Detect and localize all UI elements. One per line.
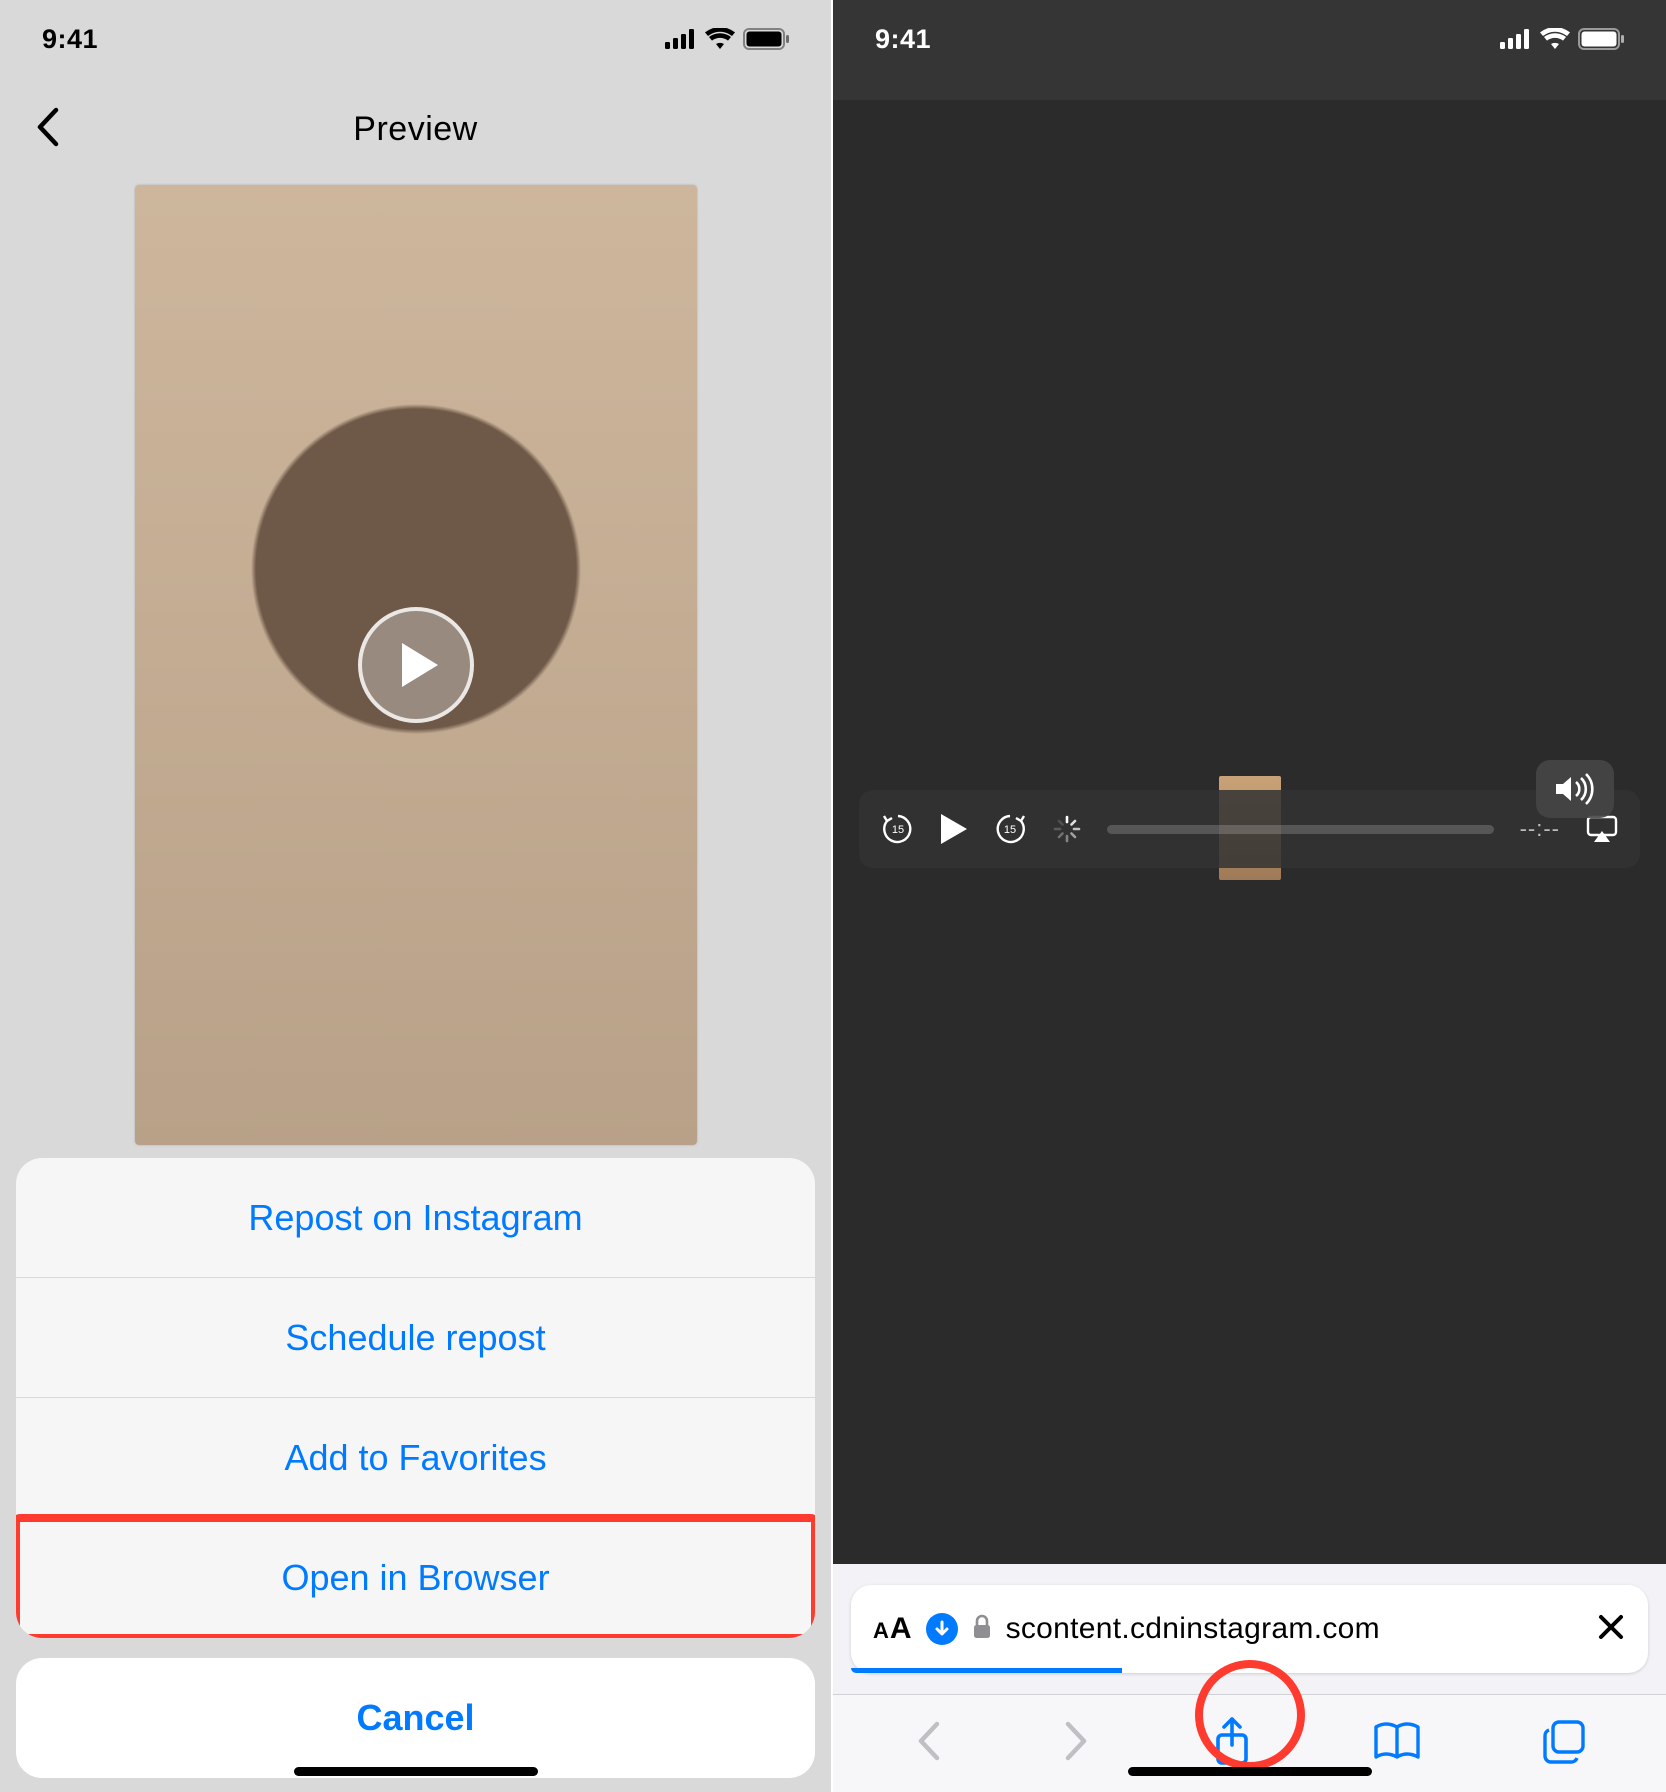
cellular-icon — [665, 29, 697, 49]
cellular-icon — [1500, 29, 1532, 49]
status-time: 9:41 — [42, 24, 98, 55]
toolbar-back-button — [913, 1718, 943, 1769]
airplay-icon[interactable] — [1586, 815, 1618, 843]
close-icon — [1596, 1612, 1626, 1642]
progress-track[interactable] — [1107, 825, 1494, 834]
video-preview[interactable] — [135, 185, 697, 1145]
loading-spinner-icon — [1053, 815, 1081, 843]
downloads-badge[interactable] — [926, 1613, 958, 1645]
wifi-icon — [1540, 28, 1570, 50]
share-icon — [1211, 1715, 1253, 1767]
page-title: Preview — [0, 110, 831, 149]
svg-text:15: 15 — [1004, 824, 1016, 836]
tabs-icon — [1541, 1718, 1587, 1764]
stop-button[interactable] — [1596, 1612, 1626, 1647]
toolbar-bookmarks-button[interactable] — [1372, 1719, 1422, 1768]
sheet-item-schedule[interactable]: Schedule repost — [16, 1278, 815, 1398]
toolbar-share-button[interactable] — [1211, 1715, 1253, 1772]
volume-icon — [1554, 773, 1596, 805]
battery-icon — [1578, 28, 1624, 50]
text-size-control[interactable]: AA — [873, 1612, 912, 1646]
sheet-item-open-in-browser[interactable]: Open in Browser — [16, 1518, 815, 1638]
video-controls: 15 15 --:-- — [859, 790, 1640, 868]
download-arrow-icon — [933, 1620, 951, 1638]
sheet-item-repost[interactable]: Repost on Instagram — [16, 1158, 815, 1278]
home-indicator[interactable] — [1128, 1767, 1372, 1776]
play-icon[interactable] — [941, 814, 967, 844]
battery-icon — [743, 28, 789, 50]
address-bar[interactable]: AA scontent.cdninstagram.com — [851, 1585, 1648, 1673]
toolbar-tabs-button[interactable] — [1541, 1718, 1587, 1769]
url-text: scontent.cdninstagram.com — [1006, 1612, 1380, 1646]
backdrop-dark — [833, 0, 1666, 1792]
book-icon — [1372, 1719, 1422, 1763]
svg-text:15: 15 — [892, 824, 904, 836]
elapsed-time: --:-- — [1520, 816, 1560, 842]
rewind-15-icon[interactable]: 15 — [881, 812, 915, 846]
action-sheet: Repost on Instagram Schedule repost Add … — [16, 1158, 815, 1778]
safari-toolbar — [833, 1694, 1666, 1792]
wifi-icon — [705, 28, 735, 50]
sheet-cancel[interactable]: Cancel — [16, 1658, 815, 1778]
toolbar-forward-button — [1062, 1718, 1092, 1769]
status-icons — [665, 28, 789, 50]
home-indicator[interactable] — [294, 1767, 538, 1776]
status-bar: 9:41 — [833, 0, 1666, 78]
sheet-item-favorites[interactable]: Add to Favorites — [16, 1398, 815, 1518]
address-bar-container: AA scontent.cdninstagram.com — [833, 1564, 1666, 1694]
lock-icon — [972, 1614, 992, 1645]
volume-button[interactable] — [1536, 760, 1614, 818]
status-time: 9:41 — [875, 24, 931, 55]
status-icons — [1500, 28, 1624, 50]
nav-bar: Preview — [0, 84, 831, 174]
screenshot-left: 9:41 Preview Repost on Instagram Schedul… — [0, 0, 833, 1792]
status-bar: 9:41 — [0, 0, 831, 78]
page-load-progress — [851, 1668, 1122, 1673]
back-button[interactable] — [34, 106, 60, 153]
play-icon[interactable] — [358, 607, 474, 723]
action-sheet-group: Repost on Instagram Schedule repost Add … — [16, 1158, 815, 1638]
forward-15-icon[interactable]: 15 — [993, 812, 1027, 846]
screenshot-right: 9:41 15 15 --:-- — [833, 0, 1666, 1792]
